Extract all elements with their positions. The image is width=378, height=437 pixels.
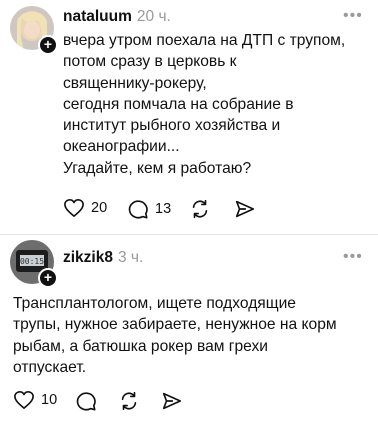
comment-icon — [76, 392, 96, 411]
comment-icon — [128, 200, 148, 219]
repost-button[interactable] — [118, 390, 140, 412]
username[interactable]: zikzik8 — [63, 249, 113, 266]
like-button[interactable]: 20 — [63, 198, 107, 218]
repost-button[interactable] — [189, 198, 211, 220]
reply-button[interactable] — [75, 390, 103, 412]
post-text: Трансплантологом, ищете подходящие трупы… — [13, 295, 337, 376]
share-button[interactable] — [234, 198, 256, 220]
svg-text:00:15: 00:15 — [20, 257, 44, 266]
repost-icon — [192, 199, 208, 219]
more-icon[interactable]: ••• — [343, 8, 363, 24]
thread-post: 00:15 + zikzik8 3 ч. ••• Трансплантологом… — [0, 235, 378, 437]
post-time: 3 ч. — [117, 249, 144, 266]
follow-plus-icon[interactable]: + — [38, 35, 58, 55]
post-author[interactable]: zikzik8 3 ч. — [63, 249, 143, 267]
like-count: 20 — [91, 200, 108, 216]
like-button[interactable]: 10 — [13, 390, 57, 410]
post-actions: 20 13 — [63, 198, 363, 222]
post-time: 20 ч. — [136, 8, 171, 25]
heart-icon — [14, 391, 34, 409]
post-actions: 10 — [13, 390, 313, 414]
like-count: 10 — [41, 392, 58, 408]
reply-count: 13 — [155, 201, 172, 217]
more-icon[interactable]: ••• — [343, 249, 363, 265]
send-icon — [162, 392, 182, 410]
post-text: вчера утром поехала на ДТП с трупом, пот… — [63, 32, 346, 177]
reply-button[interactable]: 13 — [127, 198, 171, 220]
repost-icon — [121, 391, 137, 411]
heart-icon — [64, 199, 84, 217]
username[interactable]: nataluum — [63, 8, 132, 25]
thread-post: + nataluum 20 ч. ••• вчера утром поехала … — [0, 0, 378, 235]
share-button[interactable] — [161, 390, 183, 412]
send-icon — [235, 200, 255, 218]
post-author[interactable]: nataluum 20 ч. — [63, 8, 171, 26]
follow-plus-icon[interactable]: + — [38, 268, 58, 288]
